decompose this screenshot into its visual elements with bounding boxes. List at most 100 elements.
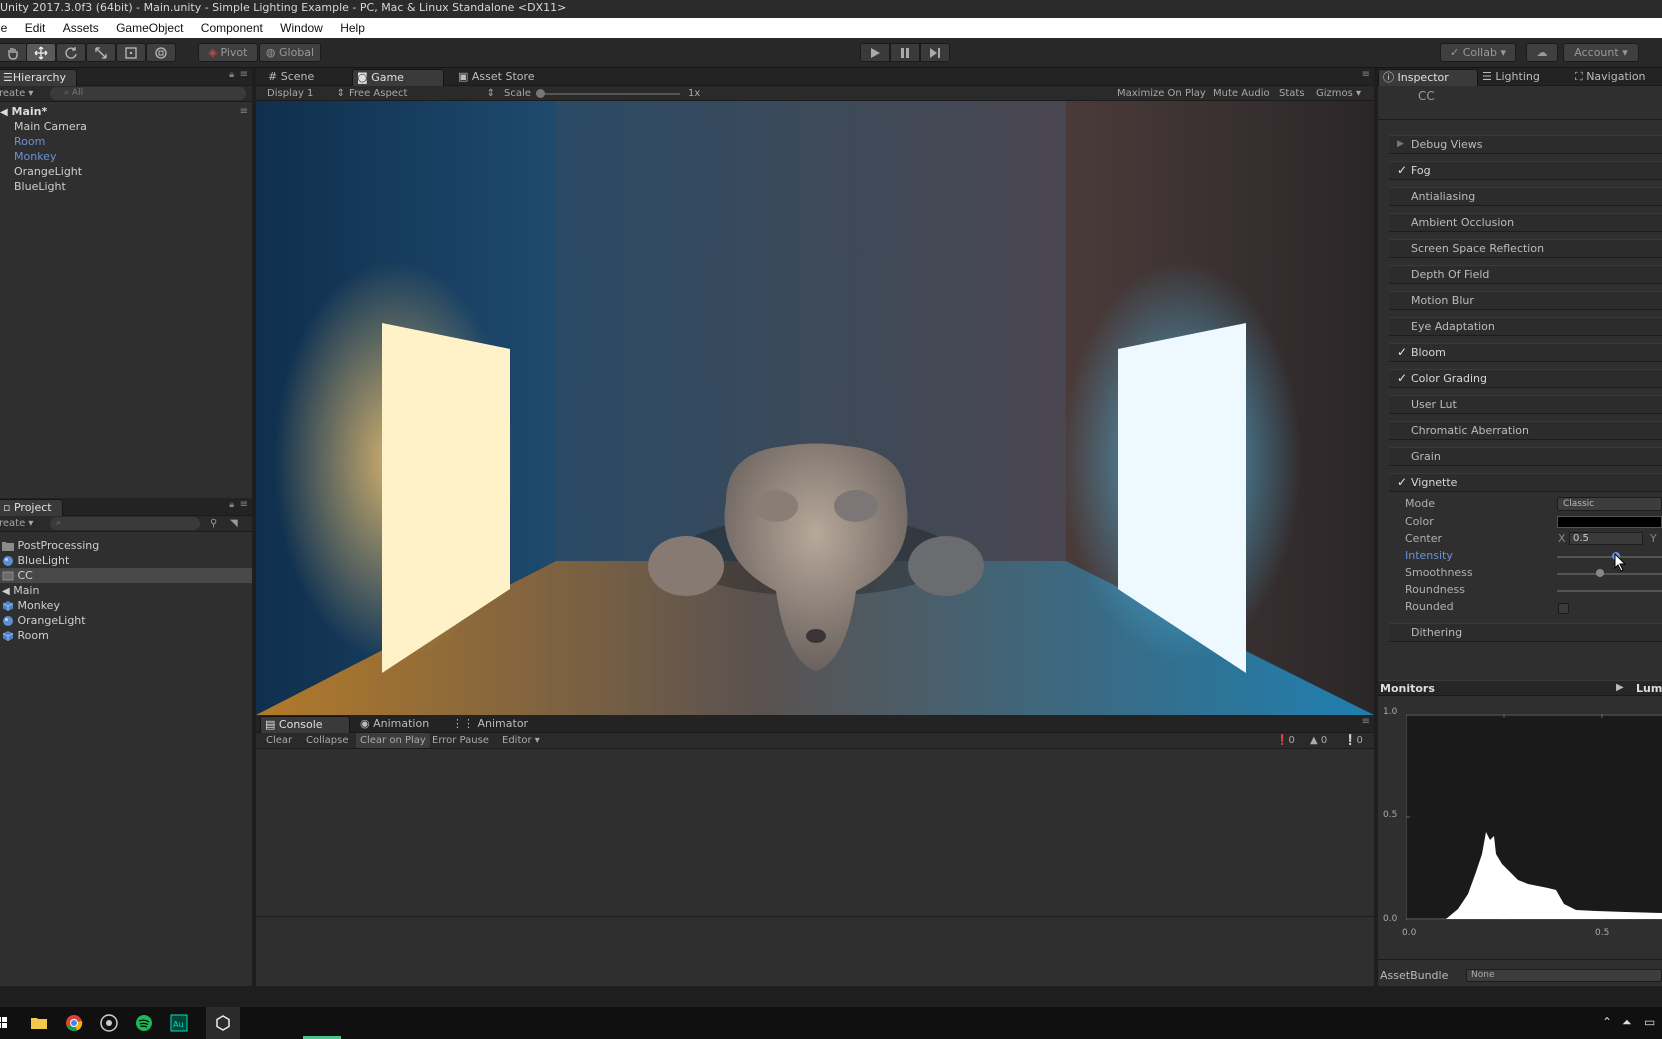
project-item-postprocessing[interactable]: PostProcessing — [2, 538, 99, 553]
move-tool-button[interactable] — [26, 43, 56, 62]
aspect-dropdown[interactable]: Free Aspect ⇕ — [349, 86, 495, 101]
scale-slider[interactable] — [538, 93, 680, 95]
monitors-header[interactable]: Monitors ▶ Lum — [1378, 680, 1662, 696]
enabled-checkbox[interactable] — [1397, 321, 1409, 333]
unity-taskbar-button[interactable] — [206, 1007, 240, 1039]
hierarchy-item-monkey[interactable]: Monkey — [14, 149, 56, 164]
section-motion-blur[interactable]: Motion Blur — [1389, 291, 1662, 310]
rect-tool-button[interactable] — [116, 43, 146, 62]
hierarchy-search-input[interactable]: ⌕ All — [50, 87, 246, 100]
section-ambient-occlusion[interactable]: Ambient Occlusion — [1389, 213, 1662, 232]
panel-menu-icon[interactable]: ≡ — [1362, 716, 1370, 727]
tab-lighting[interactable]: ☰ Lighting — [1478, 69, 1550, 86]
menu-component[interactable]: Component — [201, 18, 263, 38]
create-dropdown[interactable]: reate ▾ — [0, 86, 33, 101]
stats-toggle[interactable]: Stats — [1279, 86, 1305, 101]
filter-label-icon[interactable]: ◥ — [230, 516, 238, 531]
tray-upload-icon[interactable]: ⏶ — [1622, 1015, 1632, 1030]
enabled-checkbox[interactable] — [1397, 451, 1409, 463]
menu-gameobject[interactable]: GameObject — [116, 18, 183, 38]
mute-audio-toggle[interactable]: Mute Audio — [1213, 86, 1270, 101]
foldout-arrow-icon[interactable]: ▶ — [1397, 139, 1409, 151]
project-item-cc[interactable]: CC — [0, 568, 252, 583]
tab-animator[interactable]: ⋮⋮ Animator — [448, 716, 538, 733]
roundness-slider[interactable] — [1557, 590, 1662, 592]
hierarchy-item-orangelight[interactable]: OrangeLight — [14, 164, 82, 179]
audition-icon[interactable]: Au — [170, 1014, 190, 1032]
hierarchy-item-room[interactable]: Room — [14, 134, 45, 149]
section-vignette[interactable]: ✓ Vignette — [1389, 473, 1662, 492]
gizmos-dropdown[interactable]: Gizmos ▾ — [1316, 86, 1361, 101]
filter-type-icon[interactable]: ⚲ — [210, 516, 217, 531]
section-user-lut[interactable]: User Lut — [1389, 395, 1662, 414]
menu-help[interactable]: Help — [340, 18, 365, 38]
center-x-field[interactable]: 0.5 — [1569, 532, 1643, 545]
project-item-orangelight[interactable]: OrangeLight — [2, 613, 86, 628]
account-dropdown[interactable]: Account ▾ — [1563, 43, 1639, 62]
smoothness-slider[interactable] — [1557, 573, 1662, 575]
editor-dropdown[interactable]: Editor ▾ — [498, 733, 544, 748]
scale-slider-thumb[interactable] — [536, 89, 545, 98]
transform-tool-button[interactable] — [146, 43, 176, 62]
lock-icon[interactable]: 🔒︎ — [229, 500, 234, 510]
hand-tool-button[interactable] — [0, 43, 28, 62]
windows-start-icon[interactable] — [0, 1014, 16, 1032]
menu-window[interactable]: Window — [280, 18, 323, 38]
enabled-checkbox[interactable]: ✓ — [1397, 164, 1409, 177]
section-eye-adaptation[interactable]: Eye Adaptation — [1389, 317, 1662, 336]
maximize-on-play-toggle[interactable]: Maximize On Play — [1117, 86, 1206, 101]
rotate-tool-button[interactable] — [56, 43, 86, 62]
project-item-bluelight[interactable]: BlueLight — [2, 553, 69, 568]
info-count[interactable]: ❗0 — [1272, 733, 1299, 748]
tab-navigation[interactable]: ⛶ Navigation — [1571, 69, 1656, 86]
tab-asset-store[interactable]: ▣ Asset Store — [454, 69, 545, 86]
step-button[interactable] — [920, 43, 950, 62]
menu-assets[interactable]: Assets — [63, 18, 99, 38]
global-toggle[interactable]: ◍ Global — [259, 43, 321, 62]
tab-scene[interactable]: # Scene — [264, 69, 324, 86]
enabled-checkbox[interactable]: ✓ — [1397, 346, 1409, 359]
error-pause-toggle[interactable]: Error Pause — [428, 733, 493, 748]
menu-edit[interactable]: Edit — [25, 18, 46, 38]
project-item-monkey[interactable]: Monkey — [2, 598, 60, 613]
assetbundle-dropdown[interactable]: None — [1466, 969, 1662, 982]
warning-count[interactable]: ▲ 0 — [1306, 733, 1331, 748]
enabled-checkbox[interactable] — [1397, 243, 1409, 255]
collapse-button[interactable]: Collapse — [302, 733, 353, 748]
enabled-checkbox[interactable] — [1397, 269, 1409, 281]
hierarchy-item-main-camera[interactable]: Main Camera — [14, 119, 87, 134]
enabled-checkbox[interactable] — [1397, 425, 1409, 437]
cloud-button[interactable]: ☁ — [1526, 43, 1558, 62]
section-bloom[interactable]: ✓ Bloom — [1389, 343, 1662, 362]
tray-chevron-icon[interactable]: ⌃ — [1602, 1015, 1612, 1029]
clear-on-play-toggle[interactable]: Clear on Play — [356, 733, 430, 748]
intensity-slider[interactable] — [1557, 556, 1662, 558]
panel-menu-icon[interactable]: ≡ — [240, 499, 248, 510]
game-viewport[interactable] — [256, 101, 1374, 715]
project-item-room[interactable]: Room — [2, 628, 49, 643]
rounded-checkbox[interactable] — [1558, 603, 1569, 614]
enabled-checkbox[interactable] — [1397, 399, 1409, 411]
tab-inspector[interactable]: ⓘ Inspector — [1378, 69, 1478, 86]
project-item-main[interactable]: ◀ Main — [2, 583, 39, 598]
file-explorer-icon[interactable] — [30, 1014, 50, 1032]
vignette-color-swatch[interactable] — [1557, 516, 1662, 528]
tab-project[interactable]: ▫ Project — [0, 499, 63, 516]
vignette-mode-dropdown[interactable]: Classic — [1557, 497, 1662, 511]
menu-file[interactable]: le — [0, 18, 7, 38]
camera-app-icon[interactable] — [100, 1014, 120, 1032]
hierarchy-item-bluelight[interactable]: BlueLight — [14, 179, 66, 194]
smoothness-slider-thumb[interactable] — [1596, 569, 1604, 577]
scene-menu-icon[interactable]: ≡ — [240, 104, 248, 119]
pause-button[interactable] — [890, 43, 920, 62]
enabled-checkbox[interactable]: ✓ — [1397, 372, 1409, 385]
enabled-checkbox[interactable] — [1397, 217, 1409, 229]
monitor-mode-dropdown[interactable]: Lum — [1636, 682, 1662, 695]
panel-menu-icon[interactable]: ≡ — [240, 69, 248, 80]
error-count[interactable]: ❕0 — [1340, 733, 1367, 748]
scale-tool-button[interactable] — [86, 43, 116, 62]
chrome-icon[interactable] — [65, 1014, 85, 1032]
spotify-icon[interactable] — [135, 1014, 155, 1032]
tab-hierarchy[interactable]: ☰Hierarchy — [0, 69, 78, 86]
section-depth-of-field[interactable]: Depth Of Field — [1389, 265, 1662, 284]
